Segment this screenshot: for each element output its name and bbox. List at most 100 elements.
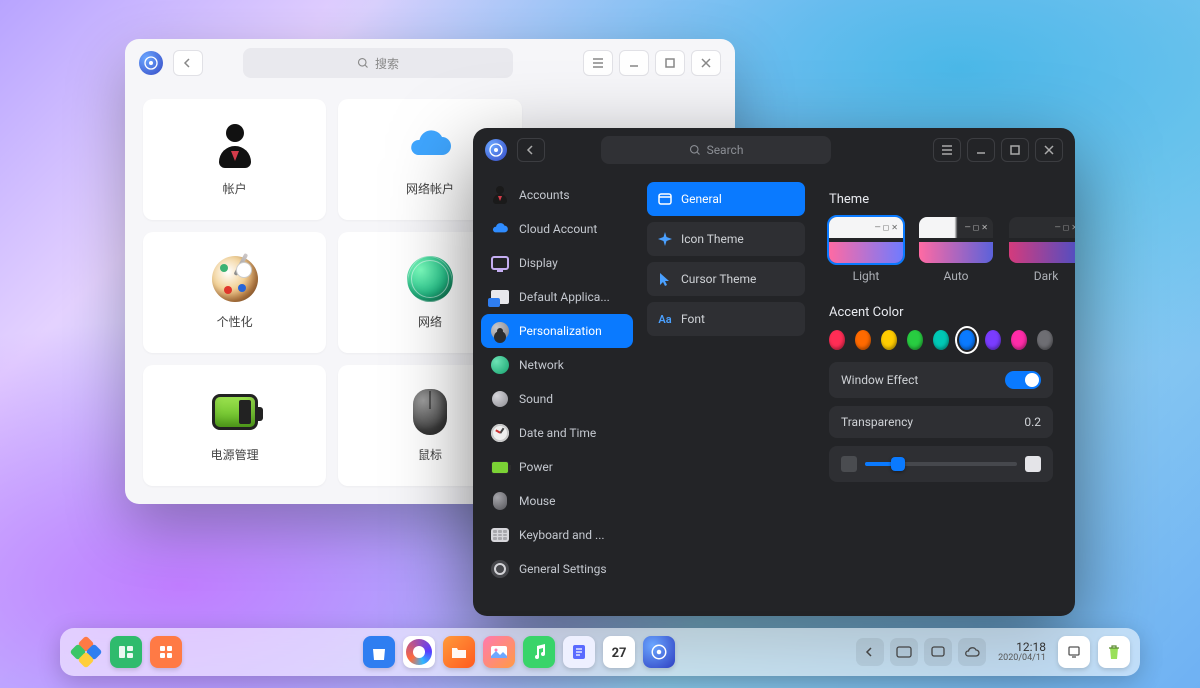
dock-app-grid[interactable] [150,636,182,668]
sidebar-item-label: Date and Time [519,426,596,440]
accent-color-option[interactable] [881,330,897,350]
launcher-icon [70,636,102,668]
slider-track[interactable] [865,462,1017,466]
minimize-button[interactable] [619,50,649,76]
accent-color-option[interactable] [907,330,923,350]
dock-app-browser[interactable] [403,636,435,668]
dock-clock[interactable]: 12:18 2020/04/11 [998,641,1046,663]
theme-option-auto[interactable]: — ◻ ✕ Auto [919,217,993,283]
back-button[interactable] [517,138,545,162]
tray-collapse[interactable] [856,638,884,666]
accent-color-option[interactable] [855,330,871,350]
accent-color-option[interactable] [933,330,949,350]
subnav-item-font[interactable]: AaFont [647,302,805,336]
theme-option-light[interactable]: — ◻ ✕ Light [829,217,903,283]
launcher-button[interactable] [70,636,102,668]
accent-row [829,330,1053,350]
clock-date: 2020/04/11 [998,654,1046,663]
theme-label: Auto [943,269,968,283]
sidebar-item-mouse[interactable]: Mouse [481,484,633,518]
dock-app-calendar[interactable]: 27 [603,636,635,668]
theme-section-title: Theme [829,192,1053,207]
minimize-button[interactable] [967,138,995,162]
sidebar-item-sound[interactable]: Sound [481,382,633,416]
close-button[interactable] [1035,138,1063,162]
grid-icon [159,645,173,659]
cursor-icon [657,271,673,287]
app-logo [485,139,507,161]
tray-chat[interactable] [924,638,952,666]
sidebar-item-network[interactable]: Network [481,348,633,382]
sidebar-item-power[interactable]: Power [481,450,633,484]
transparency-row: Transparency 0.2 [829,406,1053,438]
subnav-item-general[interactable]: General [647,182,805,216]
music-icon [532,644,546,660]
theme-thumb-dark: — ◻ ✕ [1009,217,1075,263]
cloud-icon [964,646,980,658]
close-button[interactable] [691,50,721,76]
calendar-day: 27 [612,646,627,661]
dock-app-settings[interactable] [643,636,675,668]
transparency-slider[interactable] [829,446,1053,482]
search-input[interactable]: Search [601,136,831,164]
sparkle-icon [657,231,673,247]
window-effect-toggle[interactable] [1005,371,1041,389]
search-placeholder: 搜索 [375,55,399,72]
tray-keyboard[interactable] [890,638,918,666]
accent-color-option[interactable] [1037,330,1053,350]
menu-button[interactable] [933,138,961,162]
dock-desktop-button[interactable] [1058,636,1090,668]
theme-row: — ◻ ✕ Light — ◻ ✕ Auto — ◻ ✕ Dark [829,217,1053,283]
theme-option-dark[interactable]: — ◻ ✕ Dark [1009,217,1075,283]
default-apps-icon [490,287,510,307]
sidebar-item-general[interactable]: General Settings [481,552,633,586]
accounts-icon [490,185,510,205]
sidebar-item-label: Default Applica... [519,290,610,304]
sidebar-item-personalization[interactable]: Personalization [481,314,633,348]
accent-color-option[interactable] [1011,330,1027,350]
keyboard-icon [896,646,912,658]
sound-icon [490,389,510,409]
tile-accounts[interactable]: 帐户 [143,99,326,220]
app-logo [139,51,163,75]
accent-color-option[interactable] [985,330,1001,350]
dock: 27 12:18 2020/04/11 [60,628,1140,676]
opacity-min-icon [841,456,857,472]
sidebar-item-display[interactable]: Display [481,246,633,280]
dock-app-multitask[interactable] [110,636,142,668]
maximize-button[interactable] [655,50,685,76]
accent-color-option[interactable] [959,330,975,350]
sidebar-item-cloud[interactable]: Cloud Account [481,212,633,246]
tile-label: 个性化 [217,313,253,330]
sidebar-item-default-apps[interactable]: Default Applica... [481,280,633,314]
back-button[interactable] [173,50,203,76]
window-effect-label: Window Effect [841,373,918,387]
sidebar-item-label: Mouse [519,494,556,508]
window-effect-row: Window Effect [829,362,1053,398]
accent-color-option[interactable] [829,330,845,350]
tray-cloud[interactable] [958,638,986,666]
dock-trash[interactable] [1098,636,1130,668]
search-input[interactable]: 搜索 [243,48,513,78]
subnav-item-cursor-theme[interactable]: Cursor Theme [647,262,805,296]
subnav-item-icon-theme[interactable]: Icon Theme [647,222,805,256]
dock-app-store[interactable] [363,636,395,668]
menu-button[interactable] [583,50,613,76]
tile-personalization[interactable]: 个性化 [143,232,326,353]
dock-app-music[interactable] [523,636,555,668]
close-icon [1043,144,1055,156]
tile-label: 帐户 [223,180,247,197]
dock-app-files[interactable] [443,636,475,668]
dock-app-notes[interactable] [563,636,595,668]
shopping-bag-icon [371,643,387,661]
accounts-icon [211,122,259,170]
search-icon [689,144,701,156]
sidebar-item-datetime[interactable]: Date and Time [481,416,633,450]
gear-icon [490,559,510,579]
maximize-button[interactable] [1001,138,1029,162]
tile-power[interactable]: 电源管理 [143,365,326,486]
sidebar-item-accounts[interactable]: Accounts [481,178,633,212]
subnav-item-label: Icon Theme [681,232,744,246]
dock-app-photos[interactable] [483,636,515,668]
sidebar-item-keyboard[interactable]: Keyboard and ... [481,518,633,552]
